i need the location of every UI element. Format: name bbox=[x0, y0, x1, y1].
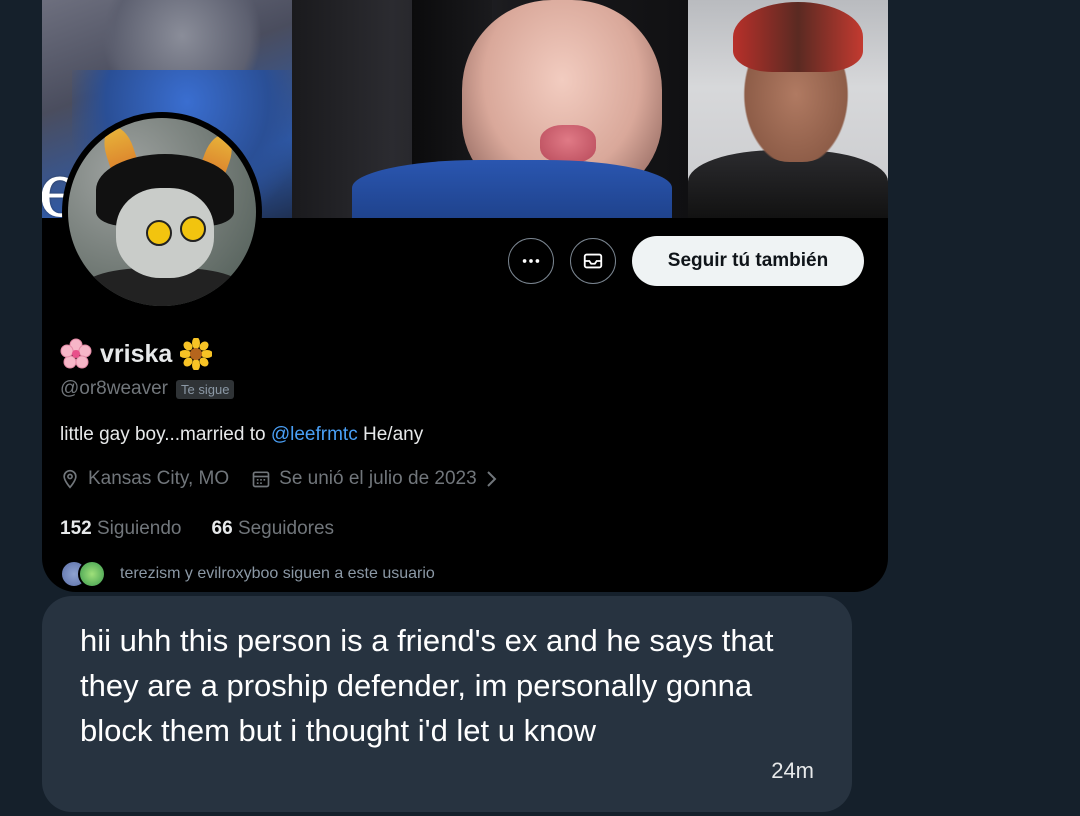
profile-card-screenshot[interactable]: eaver Seguir tú también vriska bbox=[42, 0, 888, 592]
more-icon bbox=[522, 259, 540, 263]
followed-by-row[interactable]: terezism y evilroxyboo siguen a este usu… bbox=[60, 560, 435, 588]
bio: little gay boy...married to @leefrmtc He… bbox=[60, 424, 423, 446]
calendar-icon bbox=[252, 471, 270, 488]
profile-meta: Kansas City, MO Se unió el julio de 2023 bbox=[60, 468, 521, 490]
banner-selfie-photo bbox=[292, 0, 692, 218]
followed-by-avatars bbox=[60, 560, 106, 588]
more-options-button[interactable] bbox=[508, 238, 554, 284]
message-text: hii uhh this person is a friend's ex and… bbox=[80, 623, 774, 748]
followers-label: Seguidores bbox=[237, 518, 335, 539]
avatar[interactable] bbox=[62, 112, 262, 312]
followers-link[interactable]: 66 Seguidores bbox=[212, 518, 335, 540]
following-label: Siguiendo bbox=[96, 518, 182, 539]
message-bubble[interactable]: hii uhh this person is a friend's ex and… bbox=[42, 596, 852, 812]
follow-back-button[interactable]: Seguir tú también bbox=[632, 236, 864, 286]
followed-by-text: terezism y evilroxyboo siguen a este usu… bbox=[120, 565, 435, 582]
bio-prefix: little gay boy...married to bbox=[60, 424, 271, 445]
follows-you-badge: Te sigue bbox=[176, 379, 235, 399]
cherry-blossom-icon bbox=[60, 338, 92, 369]
message-icon bbox=[583, 253, 603, 269]
location-icon bbox=[63, 469, 77, 489]
message-button[interactable] bbox=[570, 238, 616, 284]
message-timestamp: 24m bbox=[771, 758, 814, 783]
bio-suffix: He/any bbox=[357, 424, 424, 445]
following-link[interactable]: 152 Siguiendo bbox=[60, 518, 182, 540]
follow-counts: 152 Siguiendo 66 Seguidores bbox=[60, 518, 334, 540]
banner-person-photo bbox=[688, 0, 888, 218]
display-name-row: vriska bbox=[60, 338, 213, 370]
followers-count: 66 bbox=[211, 518, 233, 539]
location-text: Kansas City, MO bbox=[88, 468, 230, 489]
handle: @or8weaver bbox=[60, 378, 168, 399]
bio-mention-link[interactable]: @leefrmtc bbox=[271, 424, 358, 445]
handle-row: @or8weaver Te sigue bbox=[60, 378, 235, 400]
chevron-right-icon bbox=[486, 471, 497, 487]
display-name: vriska bbox=[100, 339, 173, 368]
joined-date-link[interactable]: Se unió el julio de 2023 bbox=[251, 468, 499, 490]
joined-text: Se unió el julio de 2023 bbox=[279, 468, 477, 489]
sunflower-icon bbox=[180, 338, 213, 370]
following-count: 152 bbox=[60, 518, 92, 539]
